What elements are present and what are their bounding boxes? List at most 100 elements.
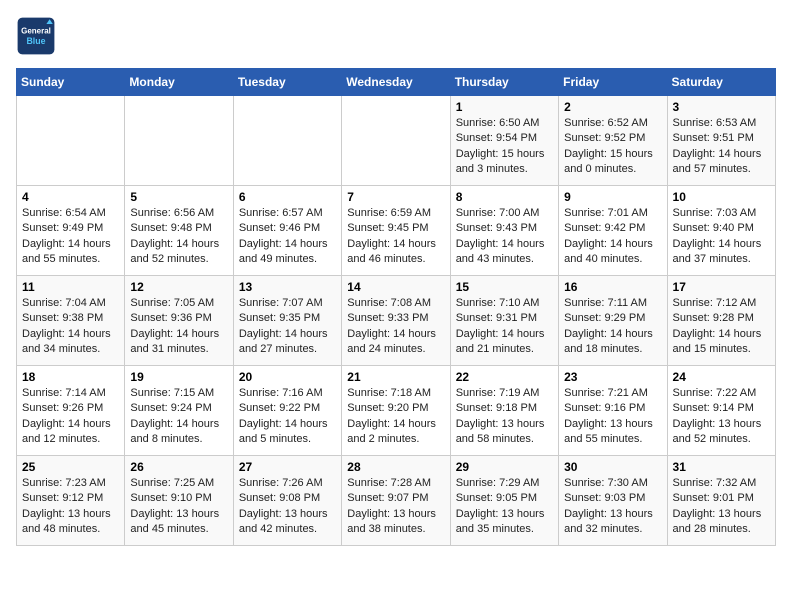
calendar-cell: 15Sunrise: 7:10 AM Sunset: 9:31 PM Dayli… xyxy=(450,276,558,366)
day-number: 10 xyxy=(673,190,770,204)
day-info: Sunrise: 7:04 AM Sunset: 9:38 PM Dayligh… xyxy=(22,296,119,358)
day-info: Sunrise: 7:12 AM Sunset: 9:28 PM Dayligh… xyxy=(673,296,770,358)
page-header: General Blue xyxy=(16,16,776,56)
day-info: Sunrise: 7:22 AM Sunset: 9:14 PM Dayligh… xyxy=(673,386,770,448)
day-info: Sunrise: 6:50 AM Sunset: 9:54 PM Dayligh… xyxy=(456,116,553,178)
day-info: Sunrise: 7:00 AM Sunset: 9:43 PM Dayligh… xyxy=(456,206,553,268)
day-number: 4 xyxy=(22,190,119,204)
calendar-week-5: 25 Sunrise: 7:23 AM Sunset: 9:12 PM Dayli… xyxy=(17,456,776,546)
day-info: Sunrise: 7:08 AM Sunset: 9:33 PM Dayligh… xyxy=(347,296,444,358)
day-info: Sunrise: 7:07 AM Sunset: 9:35 PM Dayligh… xyxy=(239,296,336,358)
day-info: Sunrise: 7:28 AM Sunset: 9:07 PM Dayligh… xyxy=(347,476,444,538)
day-number: 17 xyxy=(673,280,770,294)
calendar-cell: 29 Sunrise: 7:29 AM Sunset: 9:05 PM Dayli… xyxy=(450,456,558,546)
day-info: Sunrise: 7:19 AM Sunset: 9:18 PM Dayligh… xyxy=(456,386,553,448)
day-number: 15 xyxy=(456,280,553,294)
day-header-tuesday: Tuesday xyxy=(233,69,341,96)
day-number: 24 xyxy=(673,370,770,384)
day-number: 30 xyxy=(564,460,661,474)
day-info: Sunrise: 7:29 AM Sunset: 9:05 PM Dayligh… xyxy=(456,476,553,538)
day-number: 31 xyxy=(673,460,770,474)
day-number: 27 xyxy=(239,460,336,474)
day-info: Sunrise: 7:05 AM Sunset: 9:36 PM Dayligh… xyxy=(130,296,227,358)
calendar-cell xyxy=(125,96,233,186)
day-header-monday: Monday xyxy=(125,69,233,96)
day-number: 22 xyxy=(456,370,553,384)
day-number: 25 xyxy=(22,460,119,474)
day-number: 5 xyxy=(130,190,227,204)
calendar-cell: 16 Sunrise: 7:11 AM Sunset: 9:29 PM Dayli… xyxy=(559,276,667,366)
day-header-saturday: Saturday xyxy=(667,69,775,96)
day-number: 12 xyxy=(130,280,227,294)
calendar-cell: 11 Sunrise: 7:04 AM Sunset: 9:38 PM Dayli… xyxy=(17,276,125,366)
day-info: Sunrise: 7:11 AM Sunset: 9:29 PM Dayligh… xyxy=(564,296,661,358)
calendar-cell xyxy=(233,96,341,186)
calendar-cell: 13Sunrise: 7:07 AM Sunset: 9:35 PM Dayli… xyxy=(233,276,341,366)
calendar-cell: 22 Sunrise: 7:19 AM Sunset: 9:18 PM Dayli… xyxy=(450,366,558,456)
calendar-cell: 21 Sunrise: 7:18 AM Sunset: 9:20 PM Dayli… xyxy=(342,366,450,456)
day-info: Sunrise: 7:01 AM Sunset: 9:42 PM Dayligh… xyxy=(564,206,661,268)
day-info: Sunrise: 7:14 AM Sunset: 9:26 PM Dayligh… xyxy=(22,386,119,448)
day-number: 6 xyxy=(239,190,336,204)
day-number: 1 xyxy=(456,100,553,114)
calendar-cell: 30Sunrise: 7:30 AM Sunset: 9:03 PM Dayli… xyxy=(559,456,667,546)
day-number: 19 xyxy=(130,370,227,384)
day-number: 23 xyxy=(564,370,661,384)
calendar-week-2: 4 Sunrise: 6:54 AM Sunset: 9:49 PM Daylig… xyxy=(17,186,776,276)
day-number: 26 xyxy=(130,460,227,474)
calendar-week-1: 1 Sunrise: 6:50 AM Sunset: 9:54 PM Daylig… xyxy=(17,96,776,186)
day-header-thursday: Thursday xyxy=(450,69,558,96)
calendar-cell: 6 Sunrise: 6:57 AM Sunset: 9:46 PM Daylig… xyxy=(233,186,341,276)
day-number: 28 xyxy=(347,460,444,474)
calendar-cell: 2Sunrise: 6:52 AM Sunset: 9:52 PM Daylig… xyxy=(559,96,667,186)
calendar-cell: 31 Sunrise: 7:32 AM Sunset: 9:01 PM Dayli… xyxy=(667,456,775,546)
calendar-cell: 28 Sunrise: 7:28 AM Sunset: 9:07 PM Dayli… xyxy=(342,456,450,546)
day-info: Sunrise: 6:56 AM Sunset: 9:48 PM Dayligh… xyxy=(130,206,227,268)
calendar-week-3: 11 Sunrise: 7:04 AM Sunset: 9:38 PM Dayli… xyxy=(17,276,776,366)
day-info: Sunrise: 7:32 AM Sunset: 9:01 PM Dayligh… xyxy=(673,476,770,538)
day-info: Sunrise: 7:25 AM Sunset: 9:10 PM Dayligh… xyxy=(130,476,227,538)
calendar-week-4: 18 Sunrise: 7:14 AM Sunset: 9:26 PM Dayli… xyxy=(17,366,776,456)
day-number: 18 xyxy=(22,370,119,384)
calendar-cell: 10Sunrise: 7:03 AM Sunset: 9:40 PM Dayli… xyxy=(667,186,775,276)
calendar-cell: 7 Sunrise: 6:59 AM Sunset: 9:45 PM Daylig… xyxy=(342,186,450,276)
calendar-cell: 20Sunrise: 7:16 AM Sunset: 9:22 PM Dayli… xyxy=(233,366,341,456)
calendar-cell: 18 Sunrise: 7:14 AM Sunset: 9:26 PM Dayli… xyxy=(17,366,125,456)
calendar-cell: 3 Sunrise: 6:53 AM Sunset: 9:51 PM Daylig… xyxy=(667,96,775,186)
day-number: 16 xyxy=(564,280,661,294)
calendar-cell: 9 Sunrise: 7:01 AM Sunset: 9:42 PM Daylig… xyxy=(559,186,667,276)
day-number: 3 xyxy=(673,100,770,114)
day-info: Sunrise: 7:15 AM Sunset: 9:24 PM Dayligh… xyxy=(130,386,227,448)
calendar-cell: 25 Sunrise: 7:23 AM Sunset: 9:12 PM Dayli… xyxy=(17,456,125,546)
calendar-cell xyxy=(17,96,125,186)
day-info: Sunrise: 7:21 AM Sunset: 9:16 PM Dayligh… xyxy=(564,386,661,448)
day-header-wednesday: Wednesday xyxy=(342,69,450,96)
day-info: Sunrise: 7:26 AM Sunset: 9:08 PM Dayligh… xyxy=(239,476,336,538)
calendar-cell: 24 Sunrise: 7:22 AM Sunset: 9:14 PM Dayli… xyxy=(667,366,775,456)
day-number: 7 xyxy=(347,190,444,204)
day-number: 29 xyxy=(456,460,553,474)
logo: General Blue xyxy=(16,16,60,56)
calendar-cell: 12 Sunrise: 7:05 AM Sunset: 9:36 PM Dayli… xyxy=(125,276,233,366)
day-header-sunday: Sunday xyxy=(17,69,125,96)
day-header-friday: Friday xyxy=(559,69,667,96)
day-info: Sunrise: 6:54 AM Sunset: 9:49 PM Dayligh… xyxy=(22,206,119,268)
day-number: 2 xyxy=(564,100,661,114)
day-number: 11 xyxy=(22,280,119,294)
day-info: Sunrise: 6:59 AM Sunset: 9:45 PM Dayligh… xyxy=(347,206,444,268)
svg-text:Blue: Blue xyxy=(26,36,45,46)
day-info: Sunrise: 7:18 AM Sunset: 9:20 PM Dayligh… xyxy=(347,386,444,448)
calendar-table: SundayMondayTuesdayWednesdayThursdayFrid… xyxy=(16,68,776,546)
day-number: 20 xyxy=(239,370,336,384)
day-info: Sunrise: 6:57 AM Sunset: 9:46 PM Dayligh… xyxy=(239,206,336,268)
day-info: Sunrise: 7:23 AM Sunset: 9:12 PM Dayligh… xyxy=(22,476,119,538)
calendar-cell: 8Sunrise: 7:00 AM Sunset: 9:43 PM Daylig… xyxy=(450,186,558,276)
calendar-header-row: SundayMondayTuesdayWednesdayThursdayFrid… xyxy=(17,69,776,96)
calendar-cell: 17 Sunrise: 7:12 AM Sunset: 9:28 PM Dayli… xyxy=(667,276,775,366)
day-number: 9 xyxy=(564,190,661,204)
day-info: Sunrise: 6:53 AM Sunset: 9:51 PM Dayligh… xyxy=(673,116,770,178)
calendar-cell: 19 Sunrise: 7:15 AM Sunset: 9:24 PM Dayli… xyxy=(125,366,233,456)
calendar-cell xyxy=(342,96,450,186)
day-number: 14 xyxy=(347,280,444,294)
day-number: 21 xyxy=(347,370,444,384)
